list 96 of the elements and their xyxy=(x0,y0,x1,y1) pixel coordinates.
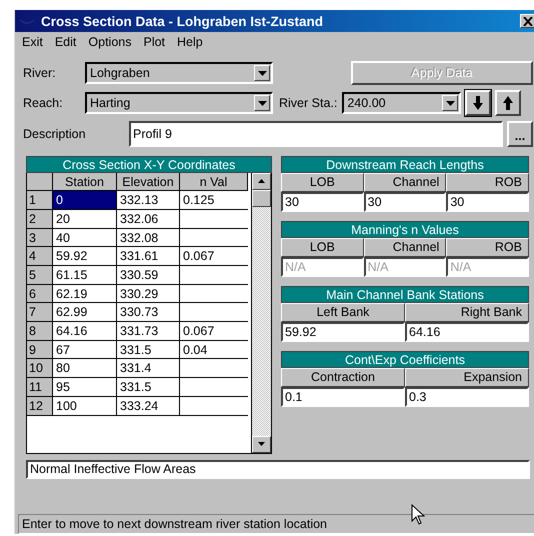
table-cell[interactable]: 0.04 xyxy=(180,340,248,360)
input-field[interactable]: 30 xyxy=(364,192,446,212)
menu-item[interactable]: Exit xyxy=(22,35,43,54)
column-header: ROB xyxy=(446,238,529,257)
next-upstream-button[interactable] xyxy=(495,90,522,116)
table-cell[interactable]: 95 xyxy=(53,378,117,397)
description-label: Description xyxy=(23,127,87,142)
status-bar: Enter to move to next downstream river station location xyxy=(18,514,534,534)
table-cell[interactable]: 59.92 xyxy=(53,247,117,266)
dropdown-arrow-icon xyxy=(446,100,455,106)
table-cell[interactable]: 332.08 xyxy=(117,228,180,248)
panel-title: Manning's n Values xyxy=(281,220,529,238)
next-downstream-button[interactable] xyxy=(465,90,492,116)
window-title: Cross Section Data - Lohgraben Ist-Zustand xyxy=(41,14,324,29)
dropdown-arrow-icon xyxy=(258,100,266,106)
table-cell[interactable]: 0.067 xyxy=(180,247,248,266)
table-cell[interactable]: 332.06 xyxy=(117,210,180,229)
table-cell[interactable]: 330.73 xyxy=(117,303,180,322)
table-cell[interactable]: 100 xyxy=(53,396,117,416)
column-header: Elevation xyxy=(117,172,180,192)
panel-title: Main Channel Bank Stations xyxy=(281,286,529,303)
table-cell[interactable]: 332.13 xyxy=(117,191,180,210)
scroll-thumb[interactable] xyxy=(252,190,271,207)
ineffective-flow-field[interactable]: Normal Ineffective Flow Areas xyxy=(26,460,530,479)
column-header: Left Bank xyxy=(281,302,405,322)
table-cell[interactable]: 331.73 xyxy=(117,322,180,341)
reach-label: Reach: xyxy=(23,96,64,110)
table-cell[interactable]: 333.24 xyxy=(117,396,180,416)
river-dropdown[interactable]: Lohgraben xyxy=(85,62,273,84)
input-field[interactable]: 0.3 xyxy=(405,386,529,407)
reach-dropdown[interactable]: Harting xyxy=(85,92,273,114)
scroll-up-icon xyxy=(258,179,265,184)
row-number: 8 xyxy=(27,322,53,341)
row-number: 4 xyxy=(27,247,53,266)
table-cell[interactable]: 331.61 xyxy=(117,247,180,266)
row-number: 11 xyxy=(27,378,53,397)
column-header: Contraction xyxy=(281,368,405,387)
row-number: 3 xyxy=(27,228,53,248)
table-cell[interactable]: 330.59 xyxy=(117,266,180,285)
table-cell[interactable]: 80 xyxy=(53,359,117,378)
input-field[interactable]: 59.92 xyxy=(281,322,405,342)
table-cell[interactable]: 64.16 xyxy=(53,322,117,341)
row-number: 5 xyxy=(27,266,53,285)
table-cell[interactable]: 40 xyxy=(53,228,117,248)
vertical-scrollbar[interactable] xyxy=(251,172,271,453)
table-cell[interactable]: 331.5 xyxy=(117,378,180,397)
input-field[interactable]: 0.1 xyxy=(281,386,405,407)
dropdown-arrow-icon xyxy=(258,70,266,76)
row-number: 6 xyxy=(27,284,53,304)
table-cell[interactable]: 61.15 xyxy=(53,266,117,285)
river-label: River: xyxy=(23,66,57,80)
row-number: 10 xyxy=(27,359,53,378)
menu-item[interactable]: Plot xyxy=(143,35,166,54)
table-cell[interactable]: 330.29 xyxy=(117,284,180,304)
table-cell[interactable]: 331.4 xyxy=(117,359,180,378)
column-header: LOB xyxy=(281,172,364,192)
table-title: Cross Section X-Y Coordinates xyxy=(26,156,272,173)
menu-item[interactable]: Options xyxy=(88,35,132,54)
mouse-cursor-icon xyxy=(411,504,425,525)
table-cell[interactable]: 20 xyxy=(53,210,117,229)
column-header: n Val xyxy=(180,172,248,192)
description-browse-button[interactable]: ... xyxy=(507,121,533,148)
up-arrow-icon xyxy=(503,96,514,110)
table-cell[interactable]: 0 xyxy=(53,191,117,210)
column-header: Expansion xyxy=(405,368,529,387)
column-header: Channel xyxy=(364,172,446,192)
table-cell[interactable]: 67 xyxy=(53,340,117,360)
row-number: 1 xyxy=(27,191,53,210)
row-number: 7 xyxy=(27,303,53,322)
menu-item[interactable]: Edit xyxy=(54,35,76,54)
table-cell[interactable]: 62.19 xyxy=(53,284,117,304)
column-header: Right Bank xyxy=(405,302,529,322)
input-field[interactable]: 30 xyxy=(281,192,364,212)
table-cell[interactable]: 0.067 xyxy=(180,322,248,341)
column-header: LOB xyxy=(281,238,364,257)
river-station-label: River Sta.: xyxy=(279,96,338,110)
close-button[interactable] xyxy=(520,14,534,28)
row-number: 12 xyxy=(27,396,53,416)
description-field[interactable]: Profil 9 xyxy=(129,121,503,148)
row-number: 9 xyxy=(27,340,53,360)
column-header: Station xyxy=(53,172,117,192)
table-cell[interactable]: 62.99 xyxy=(53,303,117,322)
panel-title: Cont\Exp Coefficients xyxy=(281,350,529,368)
input-field[interactable]: 30 xyxy=(446,192,529,212)
table-cell[interactable]: 331.5 xyxy=(117,340,180,360)
table-cell[interactable]: 0.125 xyxy=(180,191,248,210)
row-number: 2 xyxy=(27,210,53,229)
scroll-down-icon xyxy=(258,442,265,446)
column-header: Channel xyxy=(364,238,446,257)
down-arrow-icon xyxy=(473,96,484,110)
input-field[interactable]: 64.16 xyxy=(405,322,529,342)
column-header: ROB xyxy=(446,172,529,192)
panel-title: Downstream Reach Lengths xyxy=(281,156,529,173)
river-station-dropdown[interactable]: 240.00 xyxy=(342,92,462,114)
close-icon xyxy=(523,16,533,26)
menu-item[interactable]: Help xyxy=(177,35,203,54)
